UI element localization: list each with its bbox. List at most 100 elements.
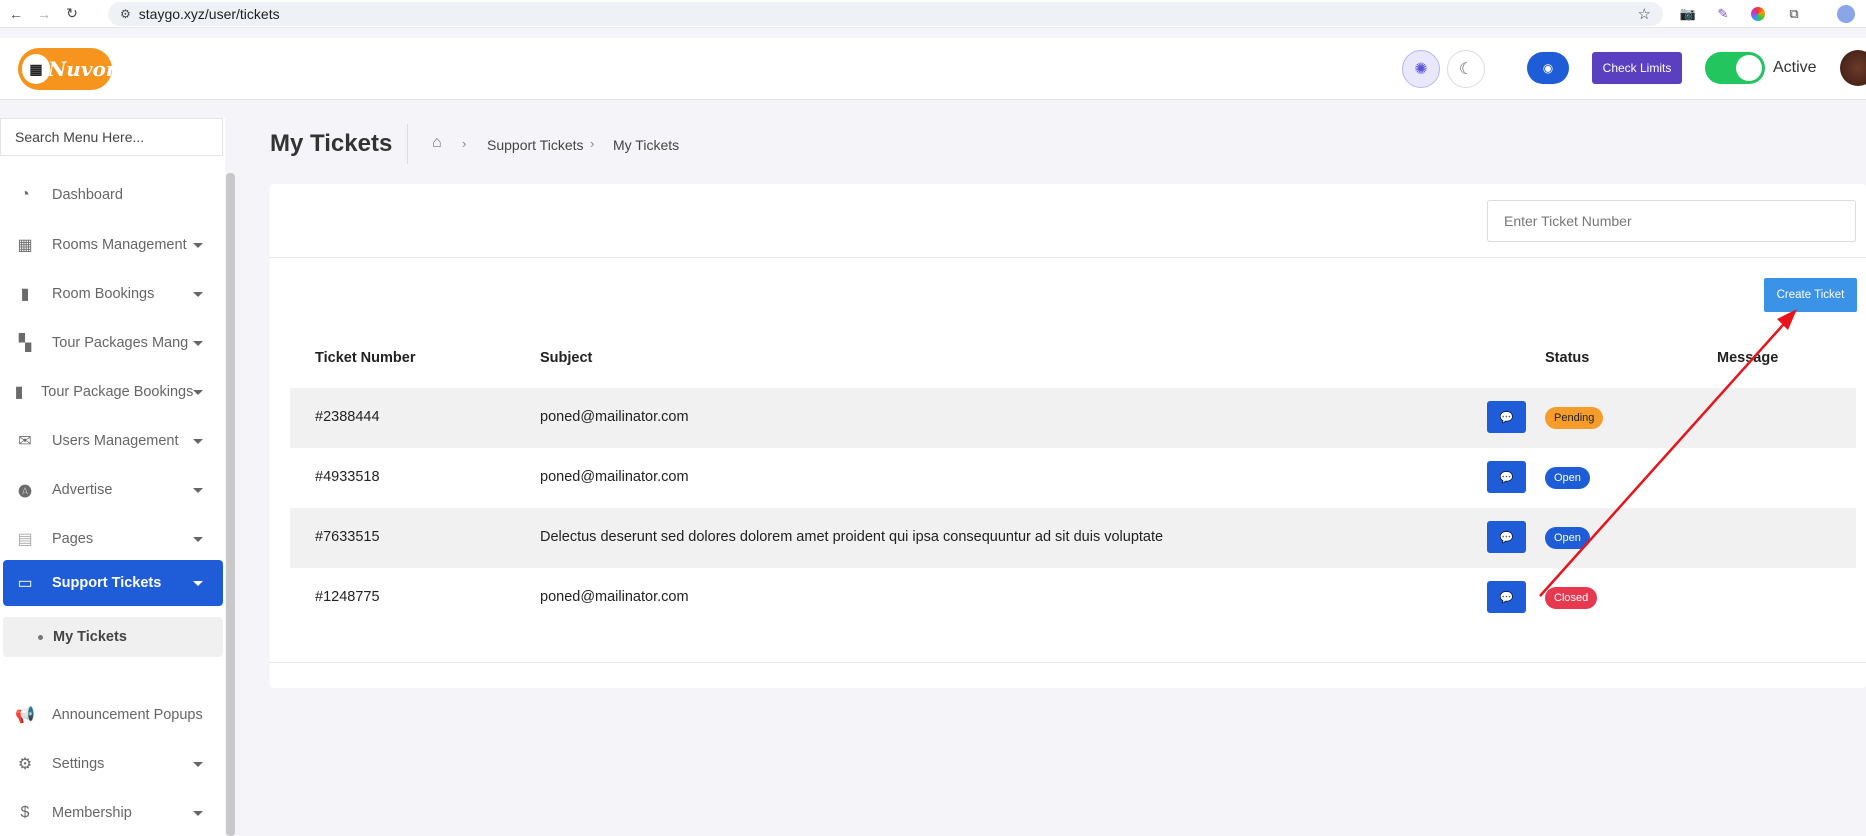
column-header-message: Message — [1717, 350, 1779, 366]
table-row: #7633515 Delectus deserunt sed dolores d… — [290, 508, 1856, 568]
status-badge: Pending — [1545, 407, 1604, 429]
app-header: ▦ Nuvora ✺ ☾ — [0, 38, 1866, 100]
site-settings-icon[interactable]: ⚙ — [120, 7, 131, 21]
pen-extension-icon[interactable]: ✎ — [1713, 4, 1733, 24]
sidebar-scrollbar[interactable] — [226, 173, 235, 836]
sidebar-item-pages[interactable]: ▤ Pages — [0, 516, 223, 562]
ticket-subject: poned@mailinator.com — [540, 409, 689, 425]
active-toggle[interactable] — [1705, 52, 1765, 84]
divider — [270, 257, 1866, 258]
dark-theme-button[interactable]: ☾ — [1447, 50, 1485, 88]
status-badge: Closed — [1545, 587, 1598, 609]
divider — [270, 662, 1866, 663]
preview-button[interactable]: ◉ — [1527, 52, 1569, 84]
check-limits-button[interactable]: Check Limits — [1592, 52, 1682, 84]
sidebar-item-label: Advertise — [52, 482, 113, 498]
megaphone-icon: 📢 — [15, 707, 35, 724]
breadcrumb-chevron-icon: › — [462, 136, 467, 151]
search-menu-input[interactable]: Search Menu Here... — [0, 118, 223, 156]
sidebar-item-announcement-popups[interactable]: 📢 Announcement Popups — [0, 692, 223, 738]
message-button[interactable]: 💬 — [1487, 521, 1526, 553]
sidebar-item-label: Support Tickets — [52, 575, 162, 591]
table-row: #4933518 poned@mailinator.com Open 💬 — [290, 448, 1856, 508]
breadcrumb-my-tickets: My Tickets — [613, 137, 680, 153]
building-icon: ▦ — [22, 54, 50, 84]
caret-down-icon — [193, 536, 203, 542]
breadcrumb-chevron-icon: › — [590, 136, 595, 151]
ticket-number: #7633515 — [315, 529, 380, 545]
ticket-subject: poned@mailinator.com — [540, 469, 689, 485]
sidebar-item-support-tickets[interactable]: ▭ Support Tickets — [3, 560, 223, 606]
message-button[interactable]: 💬 — [1487, 461, 1526, 493]
ticket-number-input[interactable] — [1487, 200, 1856, 242]
sidebar-subitem-label: My Tickets — [53, 629, 127, 645]
bookmark-star-icon[interactable]: ☆ — [1638, 5, 1651, 23]
ticket-icon: ▭ — [17, 575, 33, 592]
back-icon[interactable]: ← — [4, 2, 28, 26]
ticket-number: #1248775 — [315, 589, 380, 605]
caret-down-icon — [193, 340, 203, 346]
bookmark-icon: ▮ — [14, 384, 24, 401]
brand-logo[interactable]: ▦ Nuvora — [18, 48, 129, 90]
sidebar-item-label: Users Management — [52, 433, 179, 449]
sidebar-subitem-my-tickets[interactable]: My Tickets — [3, 617, 223, 657]
caret-down-icon — [193, 438, 203, 444]
table-row: #2388444 poned@mailinator.com Pending 💬 — [290, 388, 1856, 448]
logo-text: Nuvora — [48, 57, 130, 81]
reload-icon[interactable]: ↻ — [60, 2, 84, 26]
page-title: My Tickets — [270, 130, 393, 157]
sidebar-item-tour-package-bookings[interactable]: ▮ Tour Package Bookings — [0, 369, 223, 415]
bullet-icon — [38, 634, 43, 640]
sidebar-item-rooms-management[interactable]: ▦ Rooms Management — [0, 222, 223, 268]
light-theme-button[interactable]: ✺ — [1402, 50, 1440, 88]
inbox-user-icon: ✉ — [18, 433, 32, 450]
chat-icon: 💬 — [1499, 411, 1514, 424]
sidebar-item-users-management[interactable]: ✉ Users Management — [0, 418, 223, 464]
home-icon[interactable]: ⌂ — [432, 134, 442, 152]
ticket-subject: poned@mailinator.com — [540, 589, 689, 605]
active-status-label: Active — [1773, 59, 1817, 76]
create-ticket-button[interactable]: Create Ticket — [1764, 278, 1857, 312]
bookmark-icon: ▮ — [20, 286, 30, 303]
caret-down-icon — [193, 389, 203, 395]
color-extension-icon[interactable] — [1748, 4, 1768, 24]
sidebar-item-settings[interactable]: ⚙ Settings — [0, 741, 223, 787]
moon-icon: ☾ — [1458, 61, 1474, 78]
chat-icon: 💬 — [1499, 471, 1514, 484]
breadcrumb-support-tickets[interactable]: Support Tickets — [487, 137, 584, 153]
sidebar-item-label: Tour Package Bookings — [41, 384, 194, 400]
eye-icon: ◉ — [1542, 61, 1554, 75]
ticket-number: #2388444 — [315, 409, 380, 425]
address-bar[interactable]: ⚙ staygo.xyz/user/tickets ☆ — [108, 2, 1663, 26]
ticket-subject: Delectus deserunt sed dolores dolorem am… — [540, 529, 1164, 545]
sidebar-item-tour-packages[interactable]: ▚ Tour Packages Mang — [0, 320, 223, 366]
message-button[interactable]: 💬 — [1487, 581, 1526, 613]
caret-down-icon — [193, 487, 203, 493]
sidebar-item-dashboard[interactable]: ◔ Dashboard — [0, 172, 223, 218]
sidebar-item-advertise[interactable]: 🅐 Advertise — [0, 467, 223, 513]
profile-avatar-icon[interactable] — [1836, 4, 1856, 24]
chat-icon: 💬 — [1499, 591, 1514, 604]
sun-icon: ✺ — [1414, 61, 1428, 78]
caret-down-icon — [193, 580, 203, 586]
browser-toolbar: ← → ↻ ⚙ staygo.xyz/user/tickets ☆ 📷 ✎ ⧉ — [0, 0, 1866, 28]
dollar-file-icon: $ — [20, 804, 30, 821]
gauge-icon: ◔ — [20, 186, 30, 203]
column-header-status: Status — [1545, 350, 1590, 366]
sidebar-item-label: Rooms Management — [52, 237, 187, 253]
sidebar-item-room-bookings[interactable]: ▮ Room Bookings — [0, 271, 223, 317]
status-badge: Open — [1545, 467, 1590, 489]
sidebar-item-membership[interactable]: $ Membership — [0, 790, 223, 836]
sidebar-item-label: Room Bookings — [52, 286, 155, 302]
message-button[interactable]: 💬 — [1487, 401, 1526, 433]
forward-icon[interactable]: → — [32, 2, 56, 26]
caret-down-icon — [193, 291, 203, 297]
file-icon: ▤ — [17, 531, 33, 548]
extensions-puzzle-icon[interactable]: ⧉ — [1784, 4, 1804, 24]
toggle-knob — [1736, 55, 1762, 81]
sidebar-item-label: Dashboard — [52, 187, 123, 203]
gear-icon: ⚙ — [17, 756, 33, 773]
camera-icon[interactable]: 📷 — [1678, 4, 1698, 24]
caret-down-icon — [193, 761, 203, 767]
status-badge: Open — [1545, 527, 1590, 549]
